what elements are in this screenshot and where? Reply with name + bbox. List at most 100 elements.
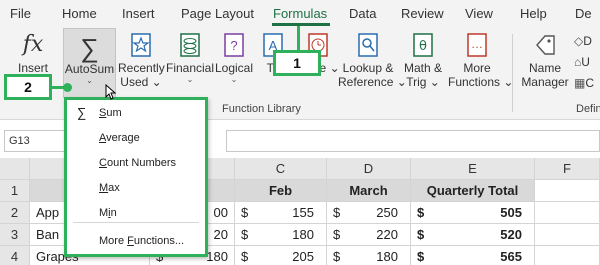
lookup-label-2: Reference ⌄ <box>338 75 407 89</box>
star-book-icon <box>129 32 153 58</box>
column-header-e[interactable]: E <box>411 158 535 180</box>
tab-developer[interactable]: De <box>575 6 592 21</box>
tab-review[interactable]: Review <box>401 6 444 21</box>
grid-icon: ▦ <box>574 76 586 90</box>
tab-file[interactable]: File <box>10 6 31 21</box>
sigma-icon: ∑ <box>77 105 87 120</box>
math-trig-button[interactable]: θ Math & Trig ⌄ <box>400 32 446 89</box>
mnemonic: F <box>127 235 134 247</box>
currency-symbol: $ <box>417 205 425 220</box>
financial-button[interactable]: Financial ⌄ <box>166 32 214 85</box>
row-header-2[interactable]: 2 <box>0 202 30 224</box>
svg-text:…: … <box>471 37 483 51</box>
cell-d2[interactable]: $250 <box>327 202 411 224</box>
tab-page-layout[interactable]: Page Layout <box>181 6 254 21</box>
cell-value: 180 <box>292 227 314 242</box>
tab-insert[interactable]: Insert <box>122 6 155 21</box>
menu-item-more-functions[interactable]: More Functions... <box>67 230 205 252</box>
currency-symbol: $ <box>417 227 425 242</box>
cell-f2[interactable] <box>535 202 600 224</box>
tab-help[interactable]: Help <box>520 6 547 21</box>
currency-symbol: $ <box>333 205 341 220</box>
menu-item-text: ount Numbers <box>106 157 177 169</box>
menu-item-average[interactable]: Average <box>67 127 205 149</box>
use-in-formula-button[interactable]: ⌂U <box>574 55 600 69</box>
cell-d1[interactable]: March <box>327 180 411 202</box>
cell-c4[interactable]: $205 <box>235 246 327 265</box>
callout-2: 2 <box>4 74 52 100</box>
name-manager-button[interactable]: Name Manager <box>520 32 570 89</box>
menu-item-text: um <box>106 107 122 119</box>
recently-used-label: Recently <box>118 61 165 75</box>
insert-function-button[interactable]: fx Insert <box>8 32 58 75</box>
group-divider <box>512 34 513 112</box>
cell-e1[interactable]: Quarterly Total <box>411 180 535 202</box>
name-manager-label: Name <box>528 61 561 75</box>
menu-bar: File Home Insert Page Layout Formulas Da… <box>0 0 600 26</box>
column-header-c[interactable]: C <box>235 158 327 180</box>
cell-c1[interactable]: Feb <box>235 180 327 202</box>
define-name-button[interactable]: ◇D <box>574 34 600 48</box>
cell-c3[interactable]: $180 <box>235 224 327 246</box>
menu-item-text: ax <box>108 182 120 194</box>
column-header-f[interactable]: F <box>535 158 600 180</box>
cell-f1[interactable] <box>535 180 600 202</box>
row-header-1[interactable]: 1 <box>0 180 30 202</box>
column-header-d[interactable]: D <box>327 158 411 180</box>
menu-item-count-numbers[interactable]: Count Numbers <box>67 152 205 174</box>
cell-e3[interactable]: $520 <box>411 224 535 246</box>
menu-item-sum[interactable]: ∑ Sum <box>67 102 205 124</box>
cell-d3[interactable]: $220 <box>327 224 411 246</box>
more-functions-button[interactable]: … More Functions ⌄ <box>448 32 513 89</box>
logical-icon: ? <box>222 32 246 58</box>
svg-text:θ: θ <box>419 39 427 54</box>
more-functions-label-2: Functions ⌄ <box>448 75 513 89</box>
currency-symbol: $ <box>333 249 341 264</box>
math-label: Math & <box>403 61 442 75</box>
tab-data[interactable]: Data <box>349 6 376 21</box>
financial-label: Financial <box>166 61 215 75</box>
autosum-dropdown-menu: ∑ Sum Average Count Numbers Max Min More… <box>64 97 208 257</box>
currency-symbol: $ <box>241 227 249 242</box>
create-label: C <box>585 76 595 90</box>
cell-f4[interactable] <box>535 246 600 265</box>
currency-symbol: $ <box>333 227 341 242</box>
cell-f3[interactable] <box>535 224 600 246</box>
use-in-formula-label: U <box>581 55 590 69</box>
more-functions-label: More <box>463 61 491 75</box>
callout-1: 1 <box>273 50 321 76</box>
menu-item-max[interactable]: Max <box>67 177 205 199</box>
fx-icon: fx <box>22 32 44 57</box>
cell-d4[interactable]: $180 <box>327 246 411 265</box>
tab-formulas[interactable]: Formulas <box>273 6 327 21</box>
menu-item-text: M <box>99 207 109 219</box>
mnemonic: C <box>99 157 107 169</box>
select-all-corner[interactable] <box>0 158 30 180</box>
chevron-down-icon: ⌄ <box>230 75 238 84</box>
cell-e4[interactable]: $565 <box>411 246 535 265</box>
menu-item-text: More <box>99 235 128 247</box>
create-from-selection-button[interactable]: ▦C <box>574 76 600 90</box>
menu-item-min[interactable]: Min <box>67 202 205 224</box>
formula-input[interactable] <box>226 130 600 152</box>
tab-view[interactable]: View <box>465 6 493 21</box>
logical-button[interactable]: ? Logical ⌄ <box>214 32 254 85</box>
cell-c2[interactable]: $155 <box>235 202 327 224</box>
cell-value: 565 <box>500 249 522 264</box>
recently-used-button[interactable]: Recently Used ⌄ <box>118 32 165 89</box>
callout-connector <box>297 26 300 51</box>
row-header-4[interactable]: 4 <box>0 246 30 265</box>
cell-value: 205 <box>292 249 314 264</box>
cell-e2[interactable]: $505 <box>411 202 535 224</box>
defined-names-group-label: Defin <box>576 103 600 115</box>
cell-value: 250 <box>376 205 398 220</box>
tab-home[interactable]: Home <box>62 6 97 21</box>
lookup-reference-button[interactable]: Lookup & Reference ⌄ <box>338 32 407 89</box>
logical-label: Logical <box>214 61 254 75</box>
mouse-cursor-icon <box>105 83 117 105</box>
financial-icon <box>178 32 202 58</box>
magnifier-icon <box>356 32 380 58</box>
row-header-3[interactable]: 3 <box>0 224 30 246</box>
name-box[interactable]: G13 <box>4 130 70 152</box>
menu-item-text: verage <box>106 132 140 144</box>
